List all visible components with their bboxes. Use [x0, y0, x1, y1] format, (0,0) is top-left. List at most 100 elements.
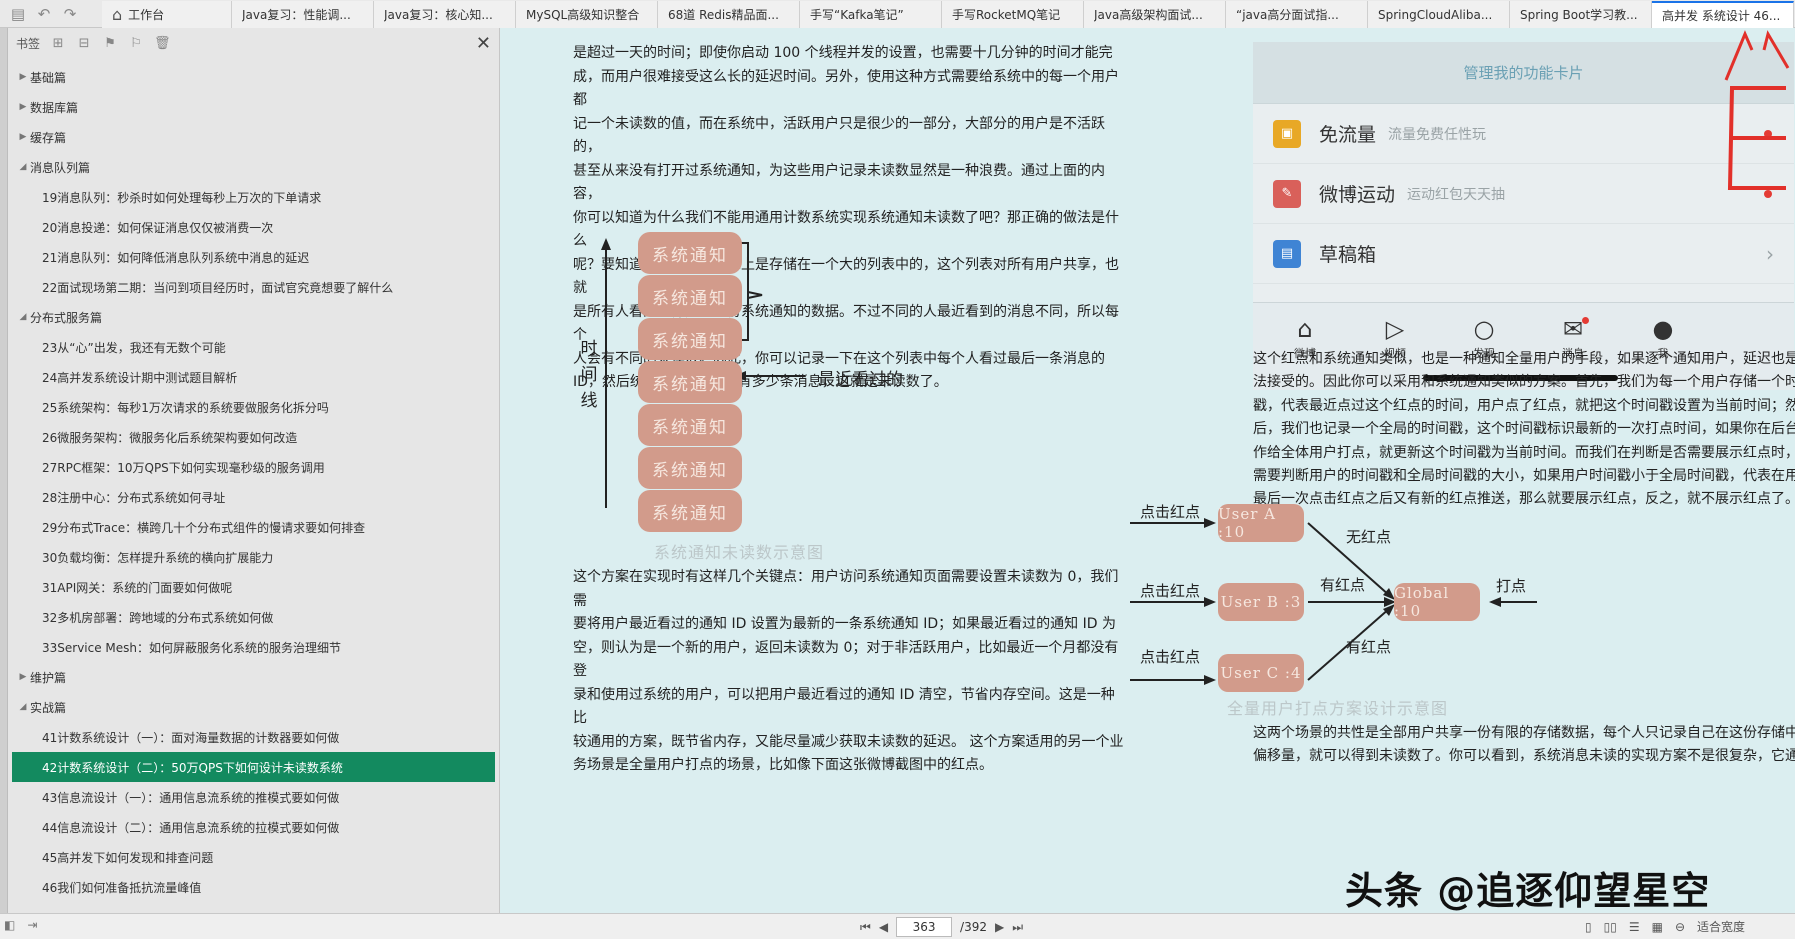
bookmark-item[interactable]: 43信息流设计（一）：通用信息流系统的推模式要如何做 — [8, 782, 499, 812]
book-icon[interactable]: ▦ — [1652, 920, 1663, 934]
bookmark-item[interactable]: 22面试现场第二期：当问到项目经历时，面试官究竟想要了解什么 — [8, 272, 499, 302]
tab-7[interactable]: Java高级架构面试... — [1084, 1, 1226, 28]
tab-label: 工作台 — [128, 8, 165, 22]
bookmark-item[interactable]: 29分布式Trace：横跨几十个分布式组件的慢请求要如何排查 — [8, 512, 499, 542]
tab-label: Java复习：性能调... — [242, 8, 351, 22]
card-row[interactable]: ▤ 草稿箱 › — [1253, 224, 1794, 284]
text-line: 法接受的。因此你可以采用和系统通知类似的方案。首先，我们为每一个用户存储一个时间 — [1253, 374, 1795, 391]
add-bookmark-icon[interactable]: ⚑ — [102, 36, 118, 51]
nav-icon: ⌂ — [1297, 315, 1313, 343]
single-page-icon[interactable]: ▯ — [1585, 920, 1592, 934]
sidebar-toggle-icon[interactable]: ◧ — [4, 918, 15, 932]
tab-label: SpringCloudAliba... — [1378, 7, 1493, 22]
prev-page-icon[interactable]: ◀ — [879, 920, 888, 934]
card-row-icon: ✎ — [1273, 179, 1301, 208]
first-page-icon[interactable]: ⏮ — [860, 920, 871, 935]
tab-4[interactable]: 68道 Redis精品面... — [658, 1, 800, 28]
save-icon[interactable]: ▤ — [10, 5, 26, 23]
collapse-arrow-icon[interactable]: ◢ — [16, 702, 30, 712]
expand-arrow-icon[interactable]: ▶ — [16, 672, 30, 682]
bookmark-item[interactable]: 42计数系统设计（二）：50万QPS下如何设计未读数系统 — [12, 752, 495, 782]
zoom-select[interactable]: 适合宽度 — [1697, 918, 1745, 935]
expand-arrow-icon[interactable]: ▶ — [16, 132, 30, 142]
text-line: 较通用的方案，既节省内存，又能尽量减少获取未读数的延迟。 这个方案适用的另一个业 — [573, 733, 1124, 750]
bookmark-section[interactable]: ▶ 维护篇 — [8, 662, 499, 692]
bookmark-label: 32多机房部署：跨地域的分布式系统如何做 — [42, 610, 274, 625]
collapse-all-icon[interactable]: ⊟ — [76, 36, 92, 51]
notification-pill: 系统通知 — [638, 275, 742, 317]
bookmark-item[interactable]: 23从“心”出发，我还有无数个可能 — [8, 332, 499, 362]
card-row[interactable]: ▣ 免流量 流量免费任性玩 — [1253, 104, 1794, 164]
bookmark-item[interactable]: 21消息队列：如何降低消息队列系统中消息的延迟 — [8, 242, 499, 272]
expand-arrow-icon[interactable]: ▶ — [16, 72, 30, 82]
tab-6[interactable]: 手写RocketMQ笔记 — [942, 1, 1084, 28]
bookmark-label: 20消息投递：如何保证消息仅仅被消费一次 — [42, 220, 274, 235]
bookmark-item[interactable]: 24高并发系统设计期中测试题目解析 — [8, 362, 499, 392]
bookmark-label: 25系统架构：每秒1万次请求的系统要做服务化拆分吗 — [42, 400, 329, 415]
tab-1[interactable]: Java复习：性能调... — [232, 1, 374, 28]
tab-3[interactable]: MySQL高级知识整合 — [516, 1, 658, 28]
close-icon[interactable]: ✕ — [476, 33, 491, 54]
bookmark-item[interactable]: 27RPC框架：10万QPS下如何实现毫秒级的服务调用 — [8, 452, 499, 482]
card-row-name: 免流量 — [1319, 124, 1377, 146]
bookmark-item[interactable]: 20消息投递：如何保证消息仅仅被消费一次 — [8, 212, 499, 242]
tab-5[interactable]: 手写“Kafka笔记” — [800, 1, 942, 28]
bookmark-item[interactable]: 46我们如何准备抵抗流量峰值 — [8, 872, 499, 902]
tab-11[interactable]: 高并发 系统设计 46... — [1652, 1, 1794, 28]
double-page-icon[interactable]: ▯▯ — [1604, 920, 1617, 934]
bookmark-label: 46我们如何准备抵抗流量峰值 — [42, 880, 202, 895]
bookmark-item[interactable]: 19消息队列：秒杀时如何处理每秒上万次的下单请求 — [8, 182, 499, 212]
bookmark-section[interactable]: ▶ 数据库篇 — [8, 92, 499, 122]
bookmark-label: 24高并发系统设计期中测试题目解析 — [42, 370, 238, 385]
status-bar: ◧ ⇥ ⏮ ◀ 363 /392 ▶ ⏭ ▯ ▯▯ ☰ ▦ ⊖ 适合宽度 — [0, 913, 1795, 939]
bookmark-item[interactable]: 32多机房部署：跨地域的分布式系统如何做 — [8, 602, 499, 632]
expand-all-icon[interactable]: ⊞ — [50, 36, 66, 51]
page-number-input[interactable]: 363 — [896, 917, 953, 937]
bookmark-section[interactable]: ▶ 缓存篇 — [8, 122, 499, 152]
bookmark-section[interactable]: ▶ 基础篇 — [8, 62, 499, 92]
continuous-icon[interactable]: ☰ — [1629, 920, 1640, 934]
notification-pill: 系统通知 — [638, 490, 742, 532]
next-page-icon[interactable]: ▶ — [995, 920, 1004, 934]
zoom-out-icon[interactable]: ⊖ — [1675, 920, 1685, 934]
text-line: 要将用户最近看过的通知 ID 设置为最新的一条系统通知 ID；如果最近看过的通知… — [573, 616, 1116, 632]
nav-icon: ✉ — [1562, 315, 1584, 343]
timeline-char: 间 — [580, 365, 598, 385]
bookmark-item[interactable]: 33Service Mesh：如何屏蔽服务化系统的服务治理细节 — [8, 632, 499, 662]
notification-pill: 系统通知 — [638, 404, 742, 446]
bookmark-item[interactable]: 25系统架构：每秒1万次请求的系统要做服务化拆分吗 — [8, 392, 499, 422]
bookmark-item[interactable]: 45高并发下如何发现和排查问题 — [8, 842, 499, 872]
tab-2[interactable]: Java复习：核心知... — [374, 1, 516, 28]
tab-label: Spring Boot学习教... — [1520, 8, 1638, 22]
bookmark-item[interactable]: 41计数系统设计（一）：面对海量数据的计数器要如何做 — [8, 722, 499, 752]
expand-arrow-icon[interactable]: ▶ — [16, 102, 30, 112]
bookmark-item[interactable]: 31API网关：系统的门面要如何做呢 — [8, 572, 499, 602]
diagram-1-lines — [601, 238, 805, 508]
exit-icon[interactable]: ⇥ — [27, 918, 37, 932]
bookmark-item[interactable]: 44信息流设计（二）：通用信息流系统的拉模式要如何做 — [8, 812, 499, 842]
tab-8[interactable]: “java高分面试指... — [1226, 1, 1368, 28]
collapse-arrow-icon[interactable]: ◢ — [16, 312, 30, 322]
bookmark-section[interactable]: ◢ 实战篇 — [8, 692, 499, 722]
tab-0[interactable]: ⌂ 工作台 — [102, 1, 232, 28]
card-row-icon: ▣ — [1273, 119, 1301, 148]
undo-icon[interactable]: ↶ — [36, 5, 52, 23]
redo-icon[interactable]: ↷ — [62, 5, 78, 23]
home-icon: ⌂ — [112, 5, 123, 24]
bookmark-label: 27RPC框架：10万QPS下如何实现毫秒级的服务调用 — [42, 460, 325, 475]
text-line: 这两个场景的共性是全部用户共享一份有限的存储数据，每个人只记录自己在这份存储中的 — [1253, 725, 1795, 741]
delete-icon[interactable]: 🗑 — [154, 36, 171, 51]
bookmark-label: 数据库篇 — [30, 100, 79, 115]
last-page-icon[interactable]: ⏭ — [1012, 920, 1023, 935]
bookmark-section[interactable]: ◢ 消息队列篇 — [8, 152, 499, 182]
bookmark-icon[interactable]: ⚐ — [128, 36, 144, 51]
bookmark-item[interactable]: 30负载均衡：怎样提升系统的横向扩展能力 — [8, 542, 499, 572]
tab-9[interactable]: SpringCloudAliba... — [1368, 1, 1510, 28]
bookmark-item[interactable]: 26微服务架构：微服务化后系统架构要如何改造 — [8, 422, 499, 452]
card-row[interactable]: ✎ 微博运动 运动红包天天抽 — [1253, 164, 1794, 224]
bookmark-item[interactable]: 28注册中心：分布式系统如何寻址 — [8, 482, 499, 512]
card-row-sub: 运动红包天天抽 — [1407, 186, 1506, 203]
bookmark-section[interactable]: ◢ 分布式服务篇 — [8, 302, 499, 332]
tab-10[interactable]: Spring Boot学习教... — [1510, 1, 1652, 28]
collapse-arrow-icon[interactable]: ◢ — [16, 162, 30, 172]
